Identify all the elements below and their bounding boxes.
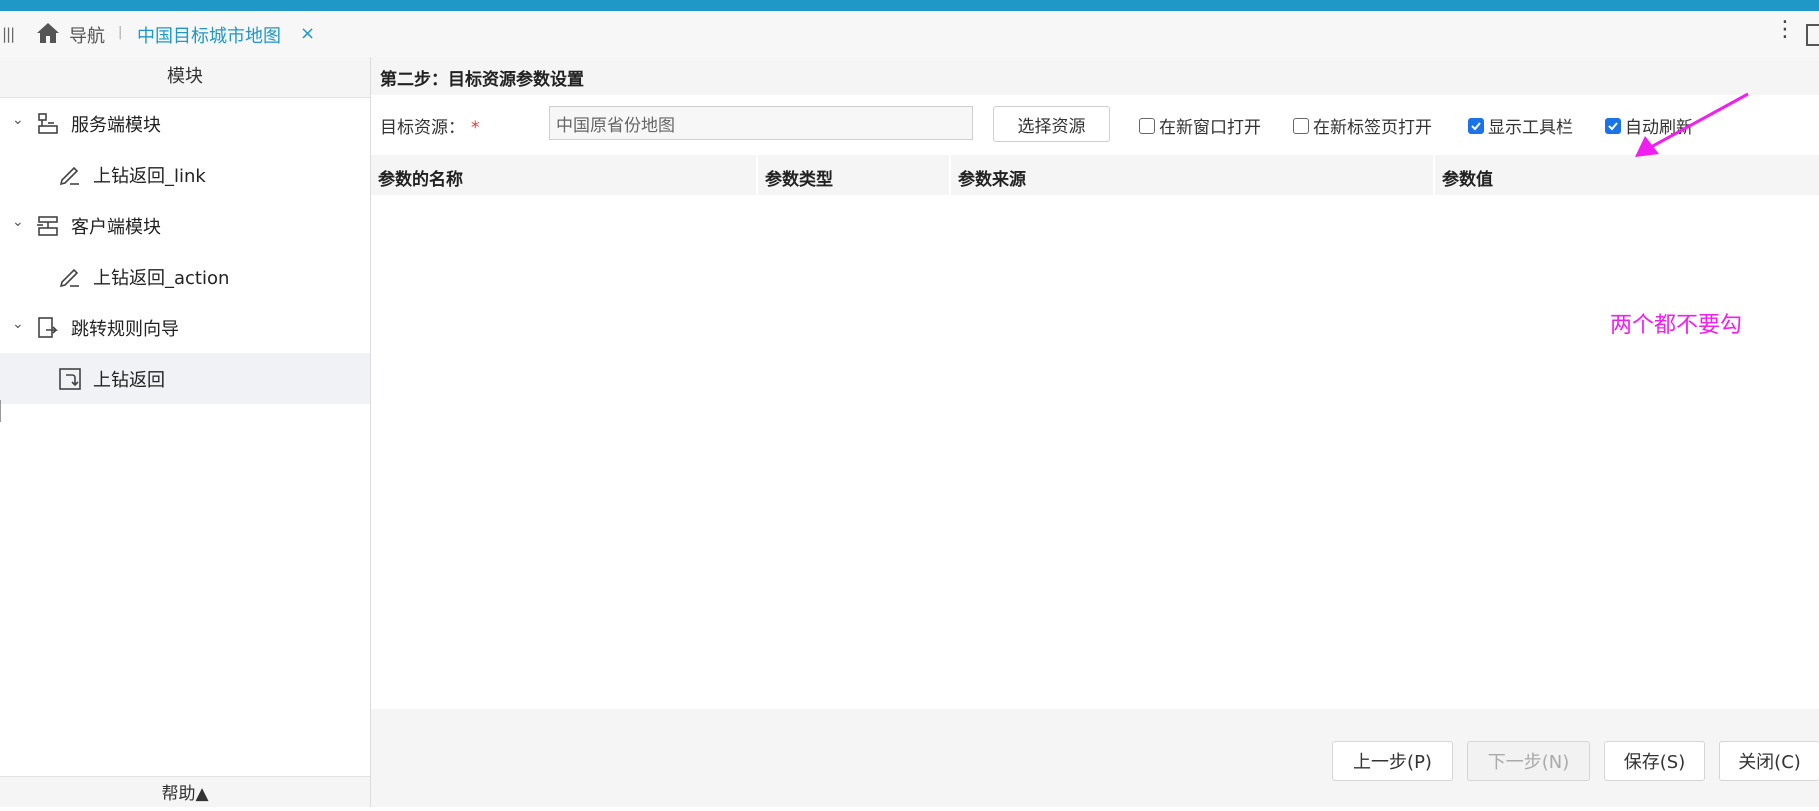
tree-item-client-module[interactable]: ⌄ 客户端模块 xyxy=(0,200,370,251)
more-options-icon[interactable]: ⋮ xyxy=(1774,17,1796,42)
column-header-param-source[interactable]: 参数来源 xyxy=(951,155,1435,195)
column-header-param-name[interactable]: 参数的名称 xyxy=(371,155,758,195)
tree-item-label: 上钻返回_action xyxy=(93,268,230,289)
edit-pen-icon xyxy=(59,268,79,288)
check-icon xyxy=(1471,121,1481,130)
previous-step-button[interactable]: 上一步(P) xyxy=(1332,741,1453,781)
column-header-param-value[interactable]: 参数值 xyxy=(1435,155,1819,195)
open-in-new-window-checkbox[interactable]: 在新窗口打开 xyxy=(1139,113,1261,138)
tab-separator: | xyxy=(118,25,123,40)
sidebar-header: 模块 xyxy=(0,57,370,98)
tab-bar: ||| 导航 | 中国目标城市地图 × ⋮ xyxy=(0,11,1819,58)
checkbox-box[interactable] xyxy=(1293,117,1309,134)
return-icon xyxy=(59,368,81,390)
annotation-arrow xyxy=(1635,92,1749,157)
server-module-icon xyxy=(38,113,58,134)
tree-item-label: 服务端模块 xyxy=(71,115,161,136)
close-icon[interactable]: × xyxy=(300,23,315,44)
save-button[interactable]: 保存(S) xyxy=(1604,741,1705,781)
open-in-new-tab-checkbox[interactable]: 在新标签页打开 xyxy=(1293,113,1432,138)
tree-item-label: 上钻返回_link xyxy=(93,166,206,187)
main-panel: 第二步：目标资源参数设置 目标资源：* 选择资源 在新窗口打开 在新标签页打开 … xyxy=(371,57,1819,807)
close-button[interactable]: 关闭(C) xyxy=(1719,741,1819,781)
checkbox-box[interactable] xyxy=(1605,117,1621,134)
tab-china-city-map[interactable]: 中国目标城市地图 xyxy=(137,22,281,48)
menu-icon[interactable]: ||| xyxy=(2,25,15,43)
tree-item-drill-up-action[interactable]: 上钻返回_action xyxy=(0,251,370,302)
annotation-note: 两个都不要勾 xyxy=(1610,313,1743,338)
tree-item-jump-rule-wizard[interactable]: ⌄ 跳转规则向导 xyxy=(0,302,370,353)
chevron-down-icon[interactable]: ⌄ xyxy=(12,214,24,230)
nav-label[interactable]: 导航 xyxy=(69,22,105,48)
step-title: 第二步：目标资源参数设置 xyxy=(380,70,584,90)
tree-item-label: 客户端模块 xyxy=(71,217,161,238)
table-body xyxy=(371,195,1819,709)
target-resource-row: 目标资源：* 选择资源 在新窗口打开 在新标签页打开 显示工具栏 自动刷新 xyxy=(371,95,1819,155)
text-cursor xyxy=(0,400,1,422)
top-accent-bar xyxy=(0,0,1819,11)
next-step-button[interactable]: 下一步(N) xyxy=(1467,741,1590,781)
required-mark: * xyxy=(471,118,480,138)
tree-item-label: 跳转规则向导 xyxy=(71,319,179,340)
help-toggle[interactable]: 帮助▲ xyxy=(0,776,370,807)
target-resource-input[interactable] xyxy=(549,106,973,140)
chevron-down-icon[interactable]: ⌄ xyxy=(12,112,24,128)
column-header-param-type[interactable]: 参数类型 xyxy=(758,155,951,195)
tree-item-server-module[interactable]: ⌄ 服务端模块 xyxy=(0,98,370,149)
edit-pen-icon xyxy=(59,166,79,186)
tree-item-drill-up-return[interactable]: 上钻返回 xyxy=(0,353,370,404)
client-module-icon xyxy=(37,216,58,236)
checkbox-box[interactable] xyxy=(1139,117,1155,134)
home-icon[interactable] xyxy=(36,22,60,44)
tree-item-drill-up-link[interactable]: 上钻返回_link xyxy=(0,149,370,200)
checkbox-box[interactable] xyxy=(1468,117,1484,134)
check-icon xyxy=(1608,121,1618,130)
table-header: 参数的名称 参数类型 参数来源 参数值 xyxy=(371,155,1819,195)
parameter-table: 参数的名称 参数类型 参数来源 参数值 xyxy=(371,155,1819,709)
show-toolbar-checkbox[interactable]: 显示工具栏 xyxy=(1468,113,1573,138)
chevron-down-icon[interactable]: ⌄ xyxy=(12,316,24,332)
select-resource-button[interactable]: 选择资源 xyxy=(993,106,1110,142)
target-resource-label: 目标资源： * xyxy=(380,118,480,138)
module-sidebar: 模块 ⌄ 服务端模块 上钻返回_link ⌄ 客户端模块 上钻返回_action… xyxy=(0,57,371,807)
wizard-icon xyxy=(38,317,58,338)
window-icon[interactable] xyxy=(1806,24,1819,46)
tree-item-label: 上钻返回 xyxy=(93,370,165,391)
